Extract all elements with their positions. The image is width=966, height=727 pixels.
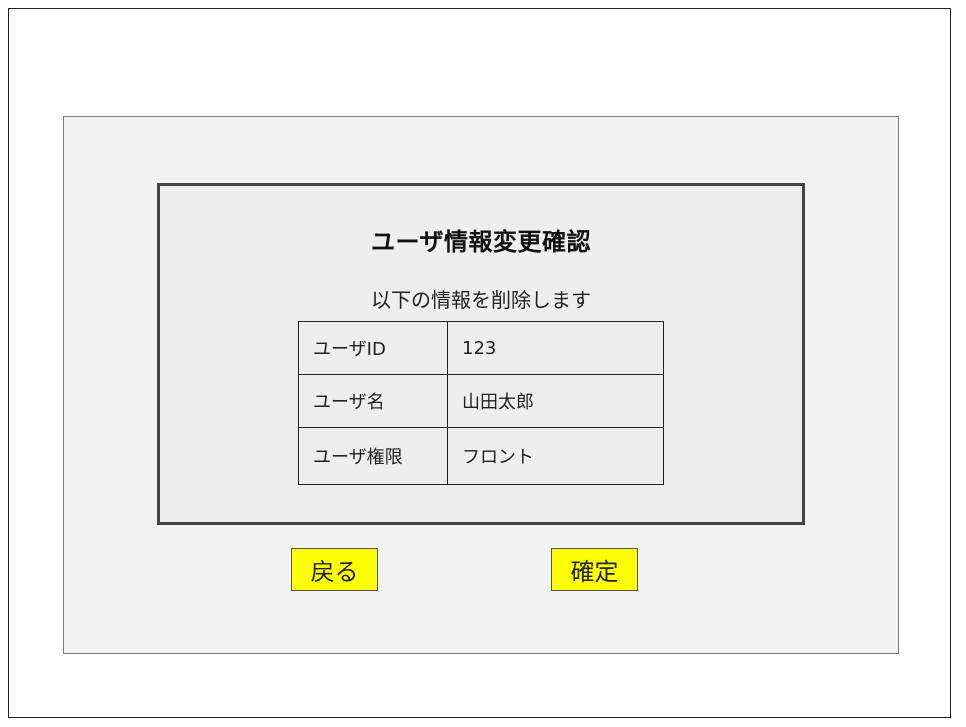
confirm-button[interactable]: 確定 bbox=[551, 548, 638, 591]
user-id-label: ユーザID bbox=[298, 321, 448, 375]
user-name-label: ユーザ名 bbox=[298, 374, 448, 428]
user-permission-label: ユーザ権限 bbox=[298, 427, 448, 485]
table-row-user-id: ユーザID 123 bbox=[298, 321, 664, 375]
user-name-value: 山田太郎 bbox=[447, 374, 664, 428]
user-info-table: ユーザID 123 ユーザ名 山田太郎 ユーザ権限 フロント bbox=[298, 321, 664, 485]
dialog-message: 以下の情報を削除します bbox=[371, 288, 591, 312]
dialog-title: ユーザ情報変更確認 bbox=[370, 228, 592, 256]
back-button[interactable]: 戻る bbox=[291, 548, 378, 591]
user-permission-value: フロント bbox=[447, 427, 664, 485]
confirmation-dialog: ユーザ情報変更確認 以下の情報を削除します ユーザID 123 ユーザ名 山田太… bbox=[157, 183, 805, 525]
table-row-user-name: ユーザ名 山田太郎 bbox=[298, 374, 664, 428]
user-id-value: 123 bbox=[447, 321, 664, 375]
table-row-user-permission: ユーザ権限 フロント bbox=[298, 427, 664, 485]
